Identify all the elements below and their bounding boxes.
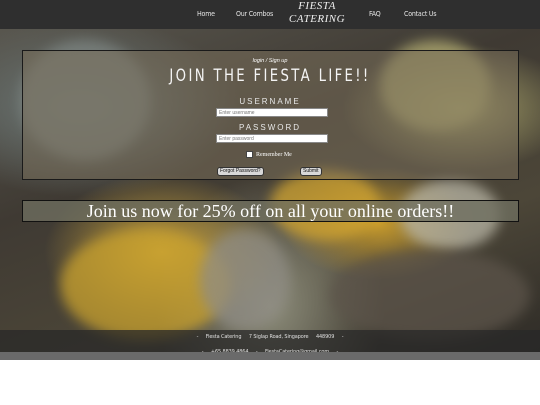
remember-me-label: Remember Me bbox=[256, 151, 292, 158]
submit-button[interactable]: Submit bbox=[300, 167, 322, 176]
nav-home-link[interactable]: Home bbox=[197, 10, 215, 18]
promo-banner: Join us now for 25% off on all your onli… bbox=[22, 200, 519, 222]
password-input[interactable] bbox=[216, 134, 328, 143]
footer-separator: - bbox=[196, 334, 199, 340]
footer-address: 7 Siglap Road, Singapore bbox=[248, 334, 309, 340]
remember-me-row: Remember Me bbox=[246, 151, 292, 158]
login-signup-link[interactable]: login / Sign up bbox=[0, 58, 540, 64]
brand-logo[interactable]: FIESTA CATERING bbox=[282, 0, 352, 26]
remember-me-checkbox[interactable] bbox=[246, 151, 253, 158]
top-navbar: Home Our Combos FIESTA CATERING FAQ Cont… bbox=[0, 0, 540, 29]
footer: - Fiesta Catering 7 Siglap Road, Singapo… bbox=[0, 330, 540, 355]
forgot-password-button[interactable]: Forgot Password? bbox=[217, 167, 264, 176]
password-label: PASSWORD bbox=[238, 123, 302, 132]
nav-contact-link[interactable]: Contact Us bbox=[404, 10, 437, 18]
brand-line-1: FIESTA bbox=[298, 0, 336, 12]
username-label: USERNAME bbox=[239, 97, 301, 106]
footer-company: Fiesta Catering bbox=[205, 334, 242, 340]
footer-separator: - bbox=[341, 334, 344, 340]
brand-line-2: CATERING bbox=[288, 13, 346, 25]
username-input[interactable] bbox=[216, 108, 328, 117]
footer-address-line: - Fiesta Catering 7 Siglap Road, Singapo… bbox=[0, 334, 540, 340]
nav-faq-link[interactable]: FAQ bbox=[369, 10, 381, 18]
nav-combos-link[interactable]: Our Combos bbox=[236, 10, 273, 18]
footer-bottom-strip bbox=[0, 352, 540, 360]
footer-postal: 448909 bbox=[315, 334, 335, 340]
login-headline: JOIN THE FIESTA LIFE!! bbox=[169, 66, 371, 86]
